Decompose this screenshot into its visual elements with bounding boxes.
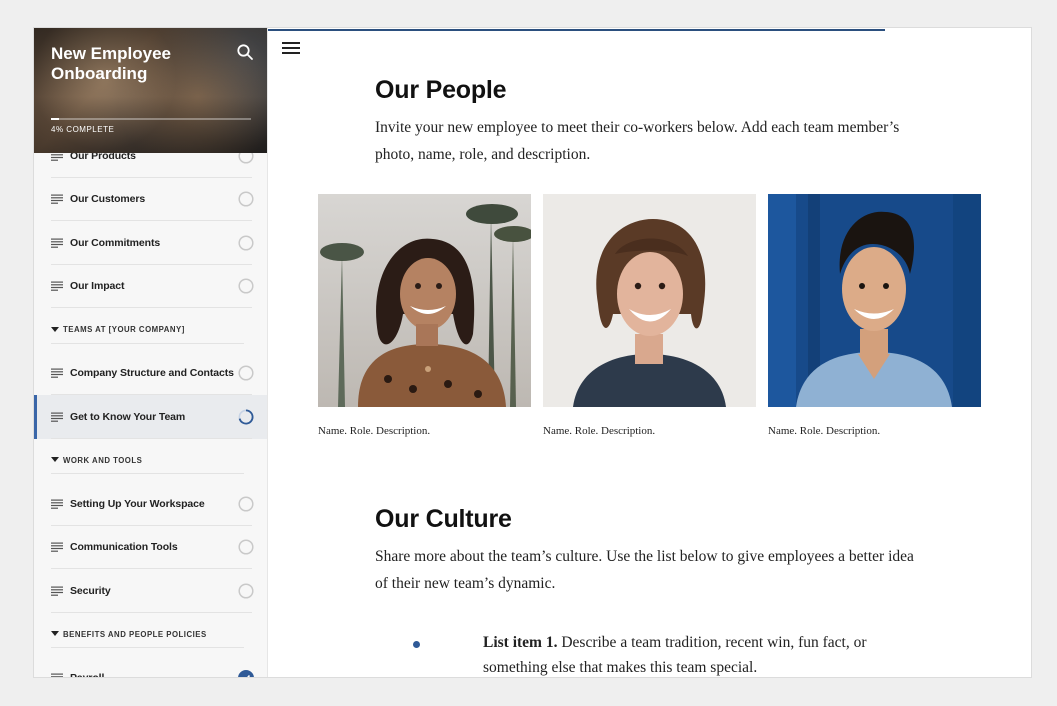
- lesson-content: Our People Invite your new employee to m…: [268, 28, 1031, 677]
- course-progress-fill: [51, 118, 59, 120]
- incomplete-circle-icon: [238, 278, 254, 294]
- sidebar-item-setting-up-your-workspace[interactable]: Setting Up Your Workspace: [34, 482, 267, 526]
- lesson-list: Our Products Our Customers Our Commitments…: [34, 134, 267, 678]
- incomplete-circle-icon: [238, 191, 254, 207]
- team-member-caption-2: Name. Role. Description.: [543, 425, 656, 437]
- lesson-text-icon: [51, 673, 63, 677]
- list-item-lead: List item 1.: [483, 634, 558, 651]
- lesson-text-icon: [51, 281, 63, 292]
- team-member-photo-1: [318, 194, 531, 407]
- people-heading: Our People: [375, 76, 507, 104]
- team-member-caption-3: Name. Role. Description.: [768, 425, 881, 437]
- lesson-text-icon: [51, 499, 63, 509]
- culture-heading: Our Culture: [375, 505, 512, 533]
- sidebar-item-label: Setting Up Your Workspace: [70, 497, 205, 510]
- sidebar-item-label: Our Customers: [70, 193, 146, 206]
- team-member-caption-1: Name. Role. Description.: [318, 425, 431, 437]
- menu-icon[interactable]: [282, 41, 300, 55]
- caret-down-icon: [51, 457, 59, 463]
- sidebar-item-company-structure-and-contacts[interactable]: Company Structure and Contacts: [34, 352, 267, 396]
- sidebar-item-label: Our Impact: [70, 280, 125, 293]
- list-item: List item 1. Describe a team tradition, …: [483, 630, 903, 677]
- lesson-text-icon: [51, 194, 63, 205]
- course-window: New Employee Onboarding 4% COMPLETE Our …: [33, 27, 1032, 678]
- course-header: New Employee Onboarding 4% COMPLETE: [34, 28, 267, 153]
- lesson-progress-bar: [268, 29, 1031, 31]
- section-benefits-and-people-policies[interactable]: BENEFITS AND PEOPLE POLICIES: [34, 613, 267, 657]
- sidebar-item-payroll[interactable]: Payroll: [34, 656, 267, 678]
- sidebar-item-get-to-know-your-team[interactable]: Get to Know Your Team: [34, 395, 267, 439]
- course-progress-label: 4% COMPLETE: [51, 125, 115, 134]
- sidebar-item-label: Payroll: [70, 671, 105, 678]
- sidebar-item-label: Our Commitments: [70, 236, 161, 249]
- course-sidebar: New Employee Onboarding 4% COMPLETE Our …: [34, 28, 268, 678]
- incomplete-circle-icon: [238, 583, 254, 599]
- list-bullet: [413, 641, 420, 648]
- sidebar-item-our-customers[interactable]: Our Customers: [34, 178, 267, 222]
- sidebar-item-communication-tools[interactable]: Communication Tools: [34, 526, 267, 570]
- incomplete-circle-icon: [238, 539, 254, 555]
- section-label: BENEFITS AND PEOPLE POLICIES: [63, 629, 207, 639]
- section-label: WORK AND TOOLS: [63, 455, 143, 465]
- team-member-photo-3: [768, 194, 981, 407]
- complete-check-icon: [238, 669, 254, 677]
- course-title: New Employee Onboarding: [51, 44, 171, 83]
- culture-intro: Share more about the team’s culture. Use…: [375, 548, 914, 592]
- lesson-text-icon: [51, 412, 63, 422]
- sidebar-item-our-commitments[interactable]: Our Commitments: [34, 221, 267, 265]
- team-member-photo-2: [543, 194, 756, 407]
- sidebar-item-our-impact[interactable]: Our Impact: [34, 265, 267, 309]
- caret-down-icon: [51, 631, 59, 637]
- incomplete-circle-icon: [238, 496, 254, 512]
- in-progress-icon: [238, 409, 254, 425]
- lesson-text-icon: [51, 238, 63, 248]
- section-work-and-tools[interactable]: WORK AND TOOLS: [34, 439, 267, 483]
- search-icon[interactable]: [236, 43, 254, 61]
- lesson-text-icon: [51, 586, 63, 596]
- sidebar-item-label: Communication Tools: [70, 541, 178, 554]
- sidebar-item-label: Company Structure and Contacts: [70, 367, 234, 380]
- caret-down-icon: [51, 326, 59, 332]
- section-teams-at-your-company[interactable]: TEAMS AT [YOUR COMPANY]: [34, 308, 267, 352]
- incomplete-circle-icon: [238, 235, 254, 251]
- section-label: TEAMS AT [YOUR COMPANY]: [63, 325, 185, 335]
- course-progress-bar: [51, 118, 251, 120]
- people-intro: Invite your new employee to meet their c…: [375, 119, 900, 163]
- lesson-text-icon: [51, 542, 63, 553]
- sidebar-item-label: Security: [70, 584, 111, 597]
- lesson-progress-fill: [268, 29, 885, 31]
- sidebar-item-security[interactable]: Security: [34, 569, 267, 613]
- lesson-text-icon: [51, 368, 63, 379]
- sidebar-item-label: Get to Know Your Team: [70, 410, 186, 423]
- incomplete-circle-icon: [238, 365, 254, 381]
